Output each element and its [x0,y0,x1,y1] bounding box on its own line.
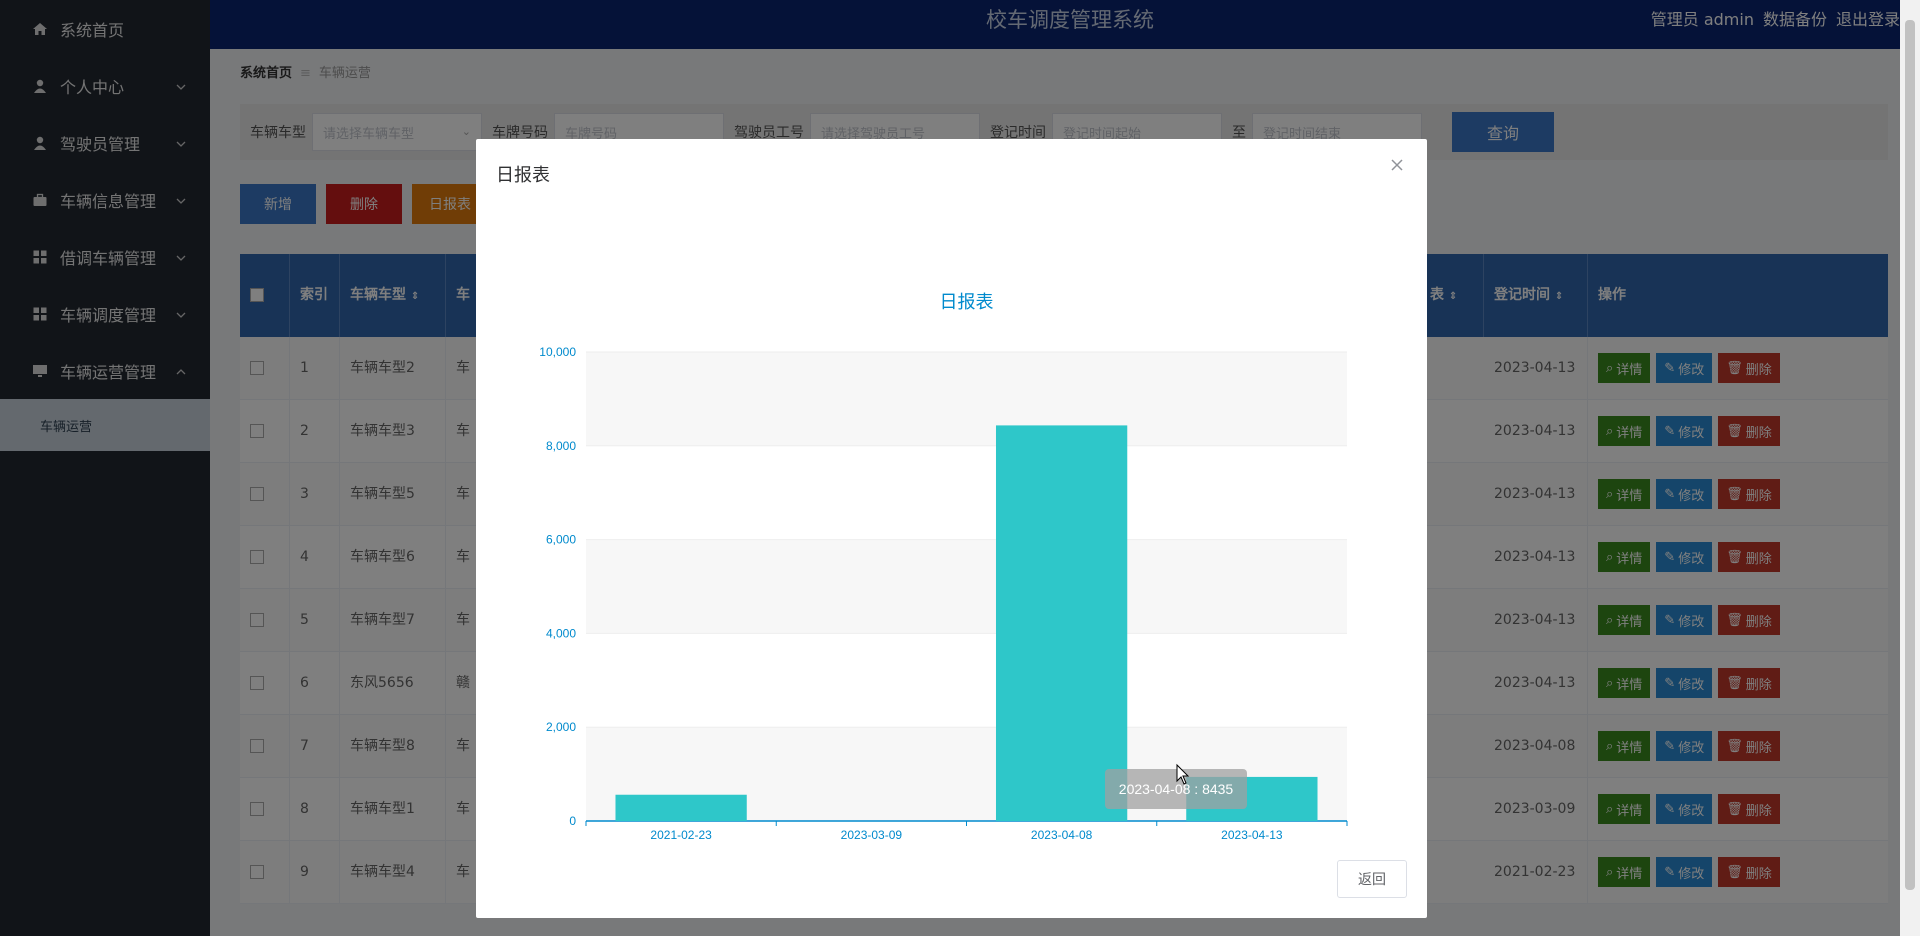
y-tick-label: 2,000 [546,720,576,734]
bar-chart-svg: 日报表 0 2,000 4,000 6,000 8,000 10,000 2021-02-23… [539,292,1348,842]
dialog-title: 日报表 [496,165,550,186]
scrollbar-thumb[interactable] [1905,20,1915,890]
daily-report-dialog: 日报表 日报表 0 2,000 4,000 6,000 8,000 10,000 2021-0… [476,139,1427,918]
x-tick-label: 2021-02-23 [650,828,712,842]
chart-bar[interactable] [995,425,1128,821]
chart-title: 日报表 [940,292,994,312]
y-tick-label: 0 [569,814,576,828]
x-tick-label: 2023-03-09 [841,828,903,842]
daily-report-chart: 日报表 0 2,000 4,000 6,000 8,000 10,000 2021-02-23… [496,209,1407,853]
back-button[interactable]: 返回 [1337,860,1407,898]
grid-band [586,633,1347,728]
x-tick-label: 2023-04-13 [1221,828,1283,842]
grid-band [586,445,1347,540]
y-tick-label: 4,000 [546,626,576,640]
y-tick-label: 10,000 [539,345,576,359]
close-icon[interactable] [1387,155,1407,175]
page-scrollbar[interactable] [1900,0,1920,936]
chart-tooltip-text: 2023-04-08 : 8435 [1119,781,1234,797]
grid-band [586,352,1347,446]
chart-bar[interactable] [615,794,747,821]
x-tick-label: 2023-04-08 [1031,828,1093,842]
y-tick-label: 8,000 [546,439,576,453]
grid-band [586,539,1347,634]
y-tick-label: 6,000 [546,533,576,547]
